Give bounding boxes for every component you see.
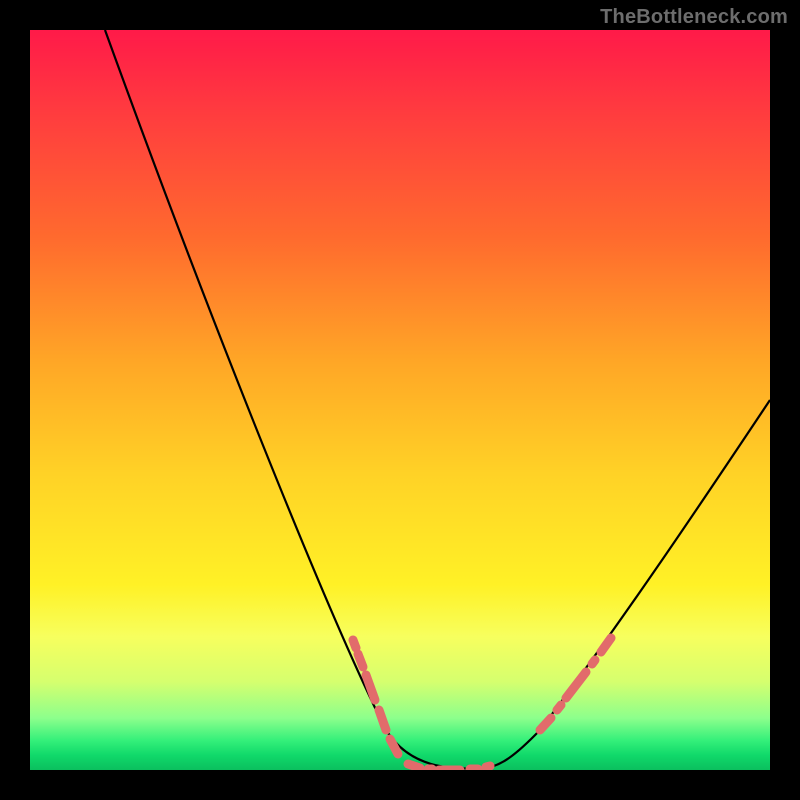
marker-dash <box>592 660 595 664</box>
marker-dash <box>366 675 375 700</box>
marker-dash <box>379 710 386 730</box>
marker-dash <box>353 640 356 648</box>
marker-dash <box>540 718 551 730</box>
marker-dash <box>557 705 561 710</box>
watermark-text: TheBottleneck.com <box>600 6 788 29</box>
chart-svg <box>30 30 770 770</box>
marker-dash <box>408 764 420 768</box>
marker-dash <box>390 739 398 754</box>
chart-plot-area <box>30 30 770 770</box>
bottleneck-curve <box>105 30 770 769</box>
marker-dash <box>566 672 586 698</box>
marker-dash <box>486 766 490 767</box>
curve-markers <box>353 638 611 770</box>
marker-dash <box>358 654 363 667</box>
marker-dash <box>601 638 611 652</box>
